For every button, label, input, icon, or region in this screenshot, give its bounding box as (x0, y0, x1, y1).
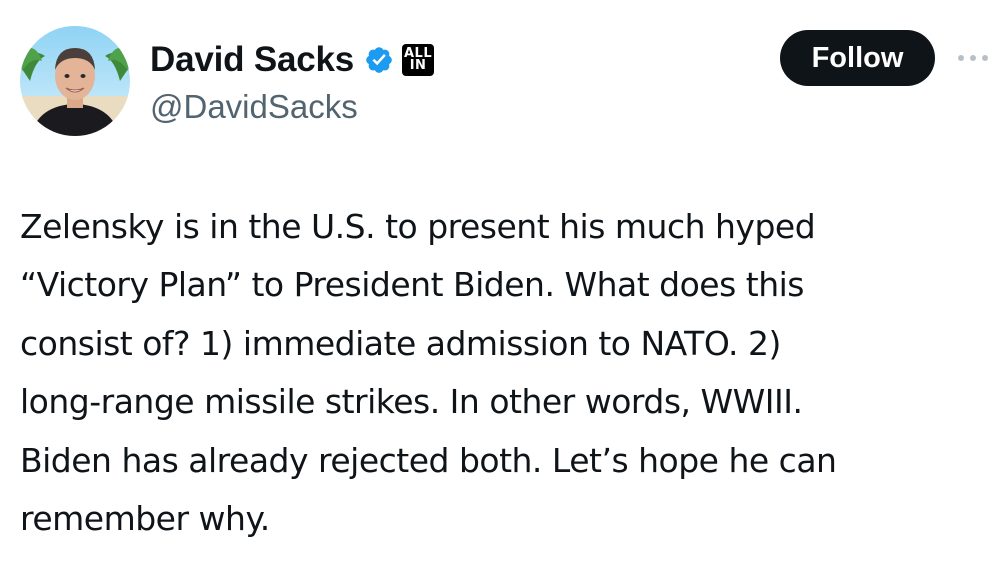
avatar-image (20, 26, 130, 136)
author-name-row: David Sacks ALL IN (150, 36, 435, 84)
tweet-card: David Sacks ALL IN @DavidSacks Follow Ze… (0, 0, 1000, 576)
tweet-text: Zelensky is in the U.S. to present his m… (20, 198, 985, 548)
avatar[interactable] (20, 26, 130, 136)
tweet-text-line: consist of? 1) immediate admission to NA… (20, 323, 781, 363)
tweet-text-line: long-range missile strikes. In other wor… (20, 382, 803, 422)
follow-button[interactable]: Follow (780, 30, 935, 86)
verified-badge-icon[interactable] (364, 45, 394, 75)
author-display-name[interactable]: David Sacks (150, 40, 354, 80)
tweet-text-line: “Victory Plan” to President Biden. What … (20, 265, 804, 305)
affiliate-badge-icon[interactable]: ALL IN (402, 44, 435, 76)
tweet-text-line: Biden has already rejected both. Let’s h… (20, 440, 837, 480)
author-handle[interactable]: @DavidSacks (150, 88, 358, 126)
affiliate-badge-line2: IN (409, 58, 427, 73)
tweet-text-line: remember why. (20, 499, 270, 539)
tweet-text-line: Zelensky is in the U.S. to present his m… (20, 207, 816, 246)
more-options-icon[interactable] (955, 48, 991, 68)
